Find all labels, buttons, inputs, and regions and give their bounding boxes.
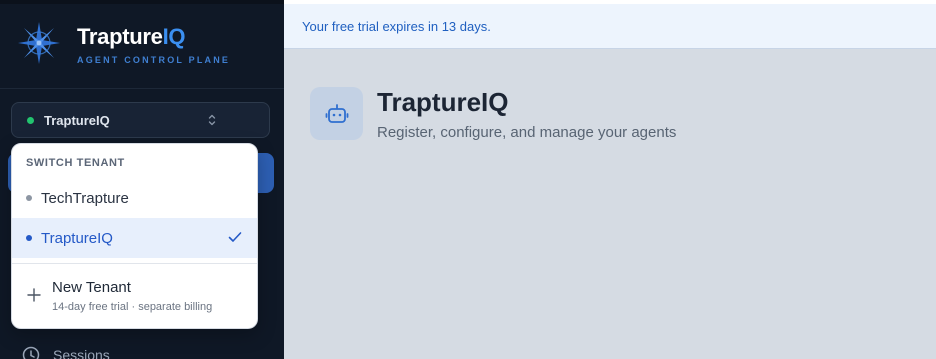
tenant-selector[interactable]: TraptureIQ [11, 102, 270, 138]
page-header: TraptureIQ Register, configure, and mana… [310, 87, 676, 141]
brand: TraptureIQ AGENT CONTROL PLANE [16, 20, 230, 66]
trial-banner-text: Your free trial expires in 13 days. [302, 18, 491, 34]
new-tenant-title: New Tenant [52, 279, 131, 296]
tenant-option-label: TraptureIQ [41, 229, 113, 247]
chevron-up-down-icon [208, 114, 216, 126]
check-icon [228, 232, 242, 242]
tenant-dropdown: SWITCH TENANT TechTrapture TraptureIQ Ne… [11, 143, 258, 329]
dropdown-heading: SWITCH TENANT [26, 157, 125, 169]
compass-star-icon [18, 22, 60, 64]
sidebar-divider [0, 88, 284, 89]
tenant-selector-label: TraptureIQ [44, 112, 110, 128]
brand-tagline: AGENT CONTROL PLANE [77, 55, 231, 65]
new-tenant-subtitle: 14-day free trial · separate billing [52, 301, 213, 313]
tenant-option-trapture-iq[interactable]: TraptureIQ [12, 218, 257, 258]
tenant-dot [26, 235, 32, 241]
page-subtitle: Register, configure, and manage your age… [377, 124, 677, 141]
tenant-dot [26, 195, 32, 201]
new-tenant-button[interactable]: New Tenant 14-day free trial · separate … [12, 264, 257, 328]
plus-icon [27, 288, 41, 302]
agent-tile [310, 87, 363, 140]
brand-name: TraptureIQ [77, 24, 186, 49]
tenant-option-label: TechTrapture [41, 189, 129, 207]
page-title: TraptureIQ [377, 87, 509, 117]
robot-icon [325, 103, 348, 123]
tenant-option-techtrapture[interactable]: TechTrapture [12, 178, 257, 218]
sidebar-item-label: Sessions [53, 347, 110, 359]
trial-banner: Your free trial expires in 13 days. [284, 0, 936, 49]
clock-icon [22, 346, 40, 359]
tenant-status-dot [27, 116, 34, 124]
sidebar-item-sessions[interactable]: Sessions [22, 346, 110, 359]
